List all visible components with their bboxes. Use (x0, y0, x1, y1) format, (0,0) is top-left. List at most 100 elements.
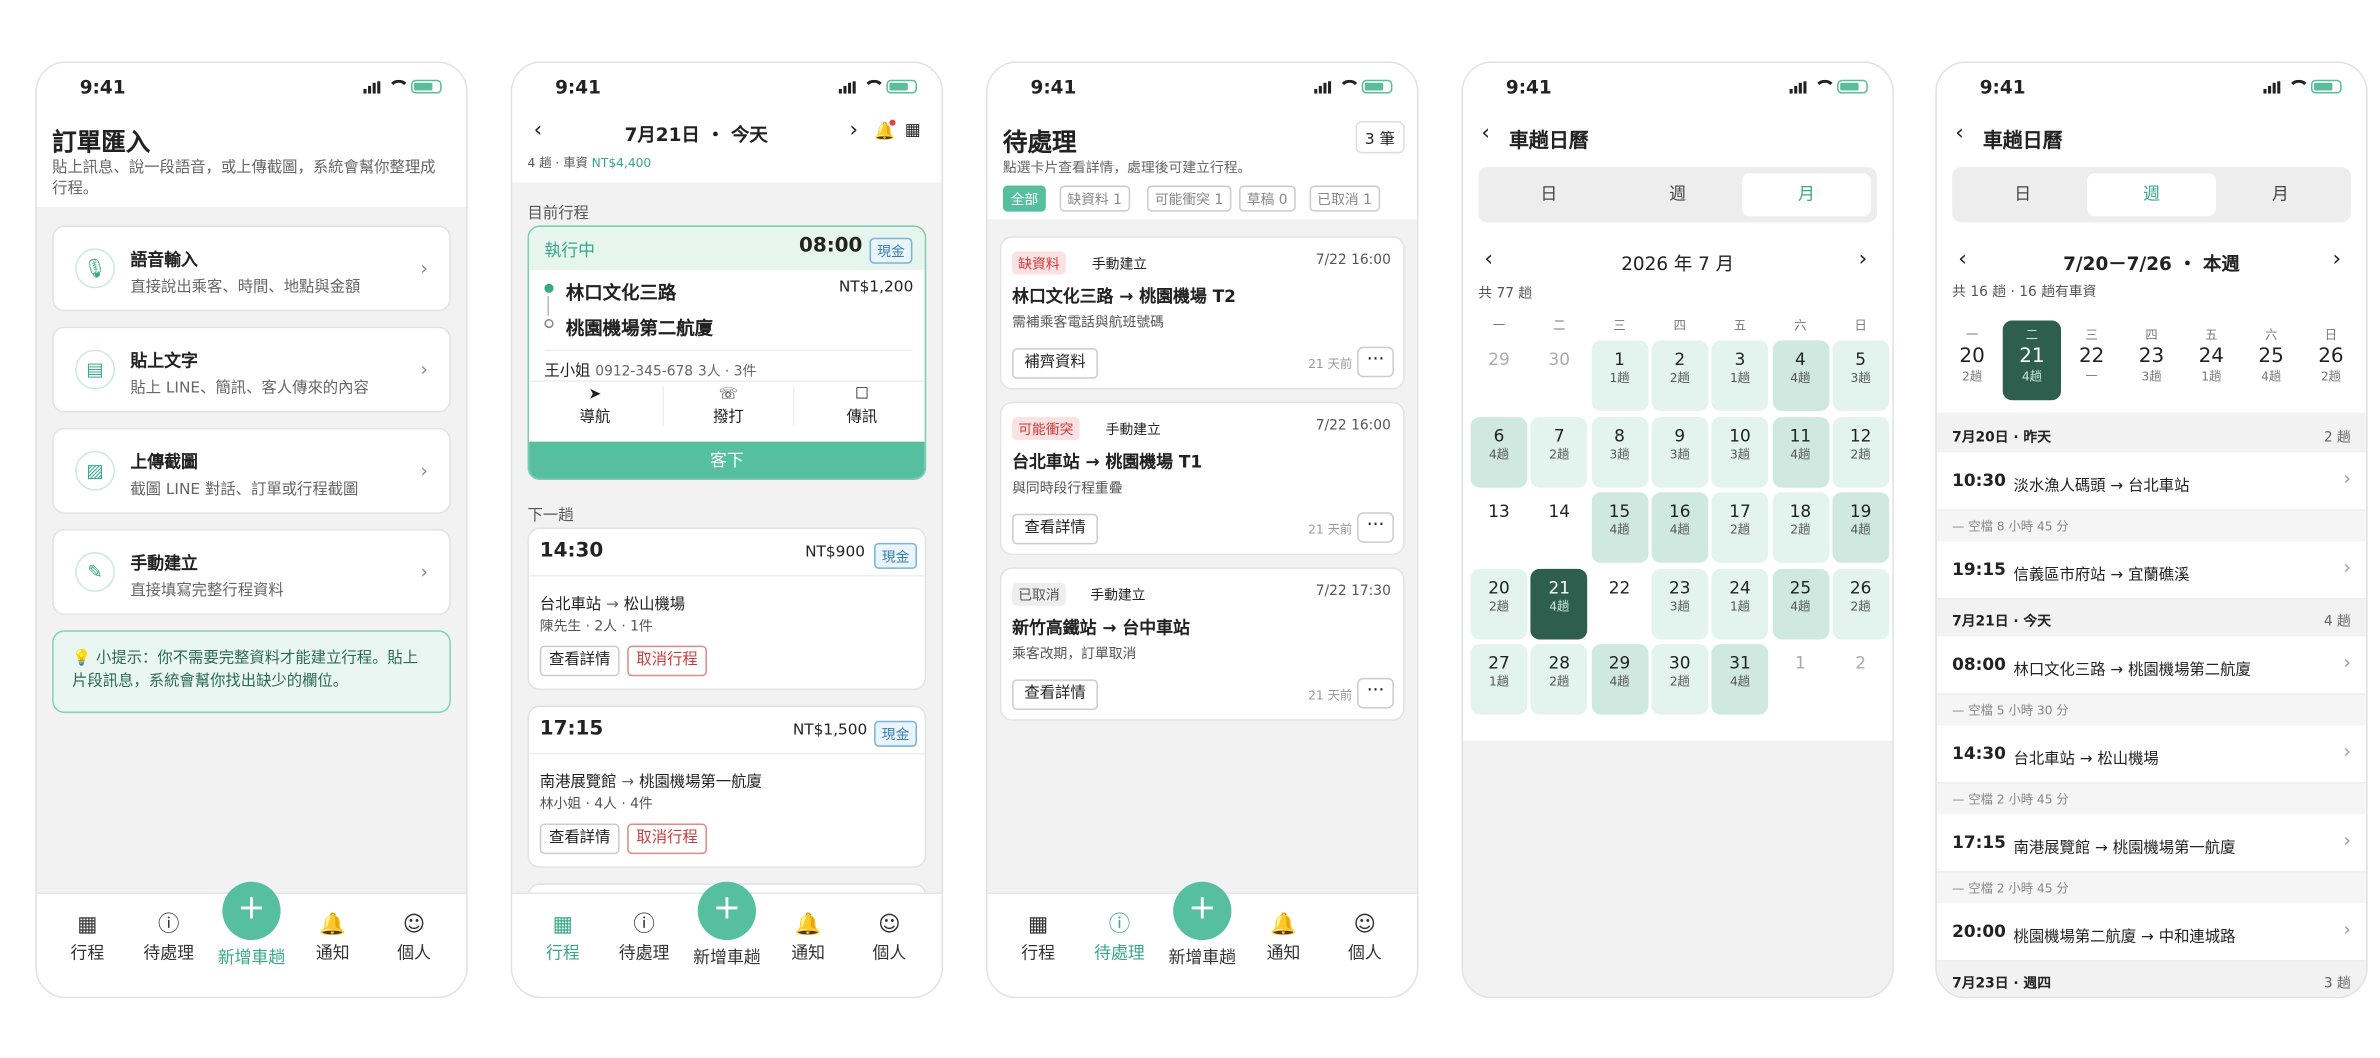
more-icon[interactable]: ··· (1357, 512, 1394, 543)
calendar-day[interactable]: 19 4趟 (1832, 492, 1889, 563)
calendar-day[interactable]: 22 (1591, 568, 1648, 639)
week-day[interactable]: 一 20 2趟 (1943, 321, 2001, 401)
call-button[interactable]: ☏ 撥打 (662, 386, 795, 427)
filter-draft[interactable]: 草稿 0 (1239, 185, 1296, 212)
calendar-icon[interactable]: ▦ (905, 120, 921, 140)
seg-month[interactable]: 月 (2216, 173, 2345, 216)
week-day[interactable]: 二 21 4趟 (2002, 320, 2062, 401)
filter-conflict[interactable]: 可能衝突 1 (1147, 185, 1231, 212)
upcoming-trip-card[interactable]: 17:15 NT$1,500 現金 南港展覽館 → 桃園機場第一航廈 林小姐 ·… (527, 705, 927, 868)
chevron-right-icon[interactable]: › (850, 118, 859, 143)
calendar-day[interactable]: 5 3趟 (1832, 340, 1889, 411)
filter-missing[interactable]: 缺資料 1 (1059, 185, 1130, 212)
seg-day[interactable]: 日 (1958, 173, 2087, 216)
calendar-day[interactable]: 13 (1471, 492, 1528, 563)
complete-info-button[interactable]: 補齊資料 (1012, 348, 1098, 379)
week-day[interactable]: 六 25 4趟 (2242, 321, 2300, 401)
agenda-trip-row[interactable]: 08:00 林口文化三路 → 桃園機場第二航廈 › (1936, 636, 2367, 695)
calendar-day[interactable]: 16 4趟 (1651, 492, 1709, 563)
message-button[interactable]: ☐ 傳訊 (796, 386, 925, 426)
view-details-button[interactable]: 查看詳情 (1012, 513, 1098, 545)
calendar-day[interactable]: 4 4趟 (1771, 340, 1829, 411)
tab-pending[interactable]: ⓘ 待處理 (130, 912, 207, 964)
calendar-day[interactable]: 11 4趟 (1771, 416, 1829, 487)
calendar-day[interactable]: 3 1趟 (1711, 340, 1769, 411)
view-details-button[interactable]: 查看詳情 (539, 823, 620, 855)
cancel-trip-button[interactable]: 取消行程 (627, 645, 707, 677)
calendar-day[interactable]: 17 2趟 (1711, 492, 1769, 563)
calendar-day[interactable]: 1 1趟 (1591, 340, 1648, 411)
filter-cancelled[interactable]: 已取消 1 (1309, 185, 1380, 212)
seg-week[interactable]: 週 (2087, 173, 2216, 217)
calendar-day[interactable]: 14 (1531, 492, 1588, 563)
navigate-button[interactable]: ➤ 導航 (529, 386, 661, 426)
upcoming-trip-card[interactable]: 14:30 NT$900 現金 台北車站 → 松山機場 陳先生 · 2人 · 1… (527, 527, 927, 691)
calendar-day[interactable]: 26 2趟 (1832, 568, 1889, 639)
calendar-day[interactable]: 9 3趟 (1651, 416, 1709, 487)
back-icon[interactable]: ‹ (1955, 121, 1964, 146)
seg-week[interactable]: 週 (1613, 173, 1742, 216)
calendar-day[interactable]: 15 4趟 (1591, 492, 1648, 563)
calendar-day[interactable]: 20 2趟 (1470, 568, 1528, 639)
tab-pending[interactable]: ⓘ 待處理 (1081, 912, 1158, 964)
pending-card[interactable]: 可能衝突 手動建立 7/22 16:00 台北車站 → 桃園機場 T1 與同時段… (999, 401, 1405, 556)
calendar-day[interactable]: 25 4趟 (1771, 568, 1829, 639)
calendar-day[interactable]: 28 2趟 (1530, 644, 1588, 715)
chevron-left-icon[interactable]: ‹ (534, 118, 543, 143)
calendar-day[interactable]: 24 1趟 (1711, 568, 1769, 639)
week-day[interactable]: 四 23 3趟 (2122, 321, 2180, 401)
option-manual[interactable]: ✎ 手動建立 直接填寫完整行程資料 › (52, 529, 451, 615)
week-day[interactable]: 日 26 2趟 (2302, 321, 2360, 401)
view-details-button[interactable]: 查看詳情 (1012, 679, 1098, 711)
agenda-trip-row[interactable]: 14:30 台北車站 → 松山機場 › (1936, 725, 2367, 784)
option-upload-screenshot[interactable]: ▨ 上傳截圖 截圖 LINE 對話、訂單或行程截圖 › (52, 427, 451, 514)
calendar-day[interactable]: 21 4趟 (1530, 568, 1588, 639)
week-day[interactable]: 三 22— (2063, 321, 2121, 401)
more-icon[interactable]: ··· (1357, 677, 1394, 709)
tab-pending[interactable]: ⓘ 待處理 (606, 912, 683, 964)
pending-card[interactable]: 已取消 手動建立 7/22 17:30 新竹高鐵站 → 台中車站 乘客改期，訂單… (999, 567, 1405, 721)
more-icon[interactable]: ··· (1357, 346, 1394, 378)
calendar-day[interactable]: 18 2趟 (1771, 492, 1829, 563)
calendar-day[interactable]: 29 (1471, 340, 1528, 411)
pending-card[interactable]: 缺資料 手動建立 7/22 16:00 林口文化三路 → 桃園機場 T2 需補乘… (999, 236, 1405, 390)
calendar-day[interactable]: 10 3趟 (1711, 416, 1769, 487)
calendar-day[interactable]: 7 2趟 (1530, 416, 1588, 487)
calendar-day[interactable]: 6 4趟 (1470, 416, 1528, 487)
option-paste-text[interactable]: ▤ 貼上文字 貼上 LINE、簡訊、客人傳來的內容 › (52, 326, 451, 413)
tab-notify[interactable]: 🔔 通知 (1245, 912, 1322, 964)
agenda-trip-row[interactable]: 19:15 信義區市府站 → 宜蘭礁溪 › (1936, 541, 2367, 600)
calendar-day[interactable]: 30 2趟 (1651, 644, 1709, 715)
seg-month[interactable]: 月 (1742, 173, 1871, 217)
cancel-trip-button[interactable]: 取消行程 (627, 823, 707, 855)
add-trip-button[interactable]: + (222, 881, 281, 941)
calendar-day[interactable]: 27 1趟 (1470, 644, 1528, 715)
calendar-day[interactable]: 1 (1772, 644, 1829, 715)
calendar-day[interactable]: 29 4趟 (1591, 644, 1648, 715)
tab-profile[interactable]: ☺ 個人 (1326, 912, 1403, 964)
tab-notify[interactable]: 🔔 通知 (770, 912, 847, 964)
tab-trips[interactable]: ▦ 行程 (524, 912, 601, 964)
seg-day[interactable]: 日 (1484, 173, 1613, 216)
back-icon[interactable]: ‹ (1481, 121, 1490, 146)
tab-trips[interactable]: ▦ 行程 (1000, 912, 1077, 964)
add-trip-button[interactable]: + (697, 881, 757, 941)
option-voice[interactable]: 🎙 語音輸入 直接說出乘客、時間、地點與金額 › (52, 225, 451, 312)
calendar-day[interactable]: 2 (1832, 644, 1889, 715)
filter-all[interactable]: 全部 (1002, 185, 1046, 212)
calendar-day[interactable]: 30 (1531, 340, 1588, 411)
agenda-trip-row[interactable]: 17:15 南港展覽館 → 桃園機場第一航廈 › (1936, 814, 2367, 873)
agenda-trip-row[interactable]: 10:30 淡水漁人碼頭 → 台北車站 › (1936, 452, 2367, 511)
tab-trips[interactable]: ▦ 行程 (49, 912, 126, 964)
add-trip-button[interactable]: + (1173, 881, 1232, 941)
calendar-day[interactable]: 31 4趟 (1711, 644, 1769, 715)
dropoff-button[interactable]: 客下 (529, 441, 925, 479)
calendar-day[interactable]: 23 3趟 (1651, 568, 1709, 639)
week-day[interactable]: 五 24 1趟 (2182, 321, 2240, 401)
tab-notify[interactable]: 🔔 通知 (294, 912, 371, 964)
tab-profile[interactable]: ☺ 個人 (376, 912, 453, 964)
calendar-day[interactable]: 12 2趟 (1832, 416, 1889, 487)
calendar-day[interactable]: 2 2趟 (1651, 340, 1709, 411)
agenda-trip-row[interactable]: 20:00 桃園機場第二航廈 → 中和連城路 › (1936, 903, 2367, 962)
calendar-day[interactable]: 8 3趟 (1591, 416, 1648, 487)
